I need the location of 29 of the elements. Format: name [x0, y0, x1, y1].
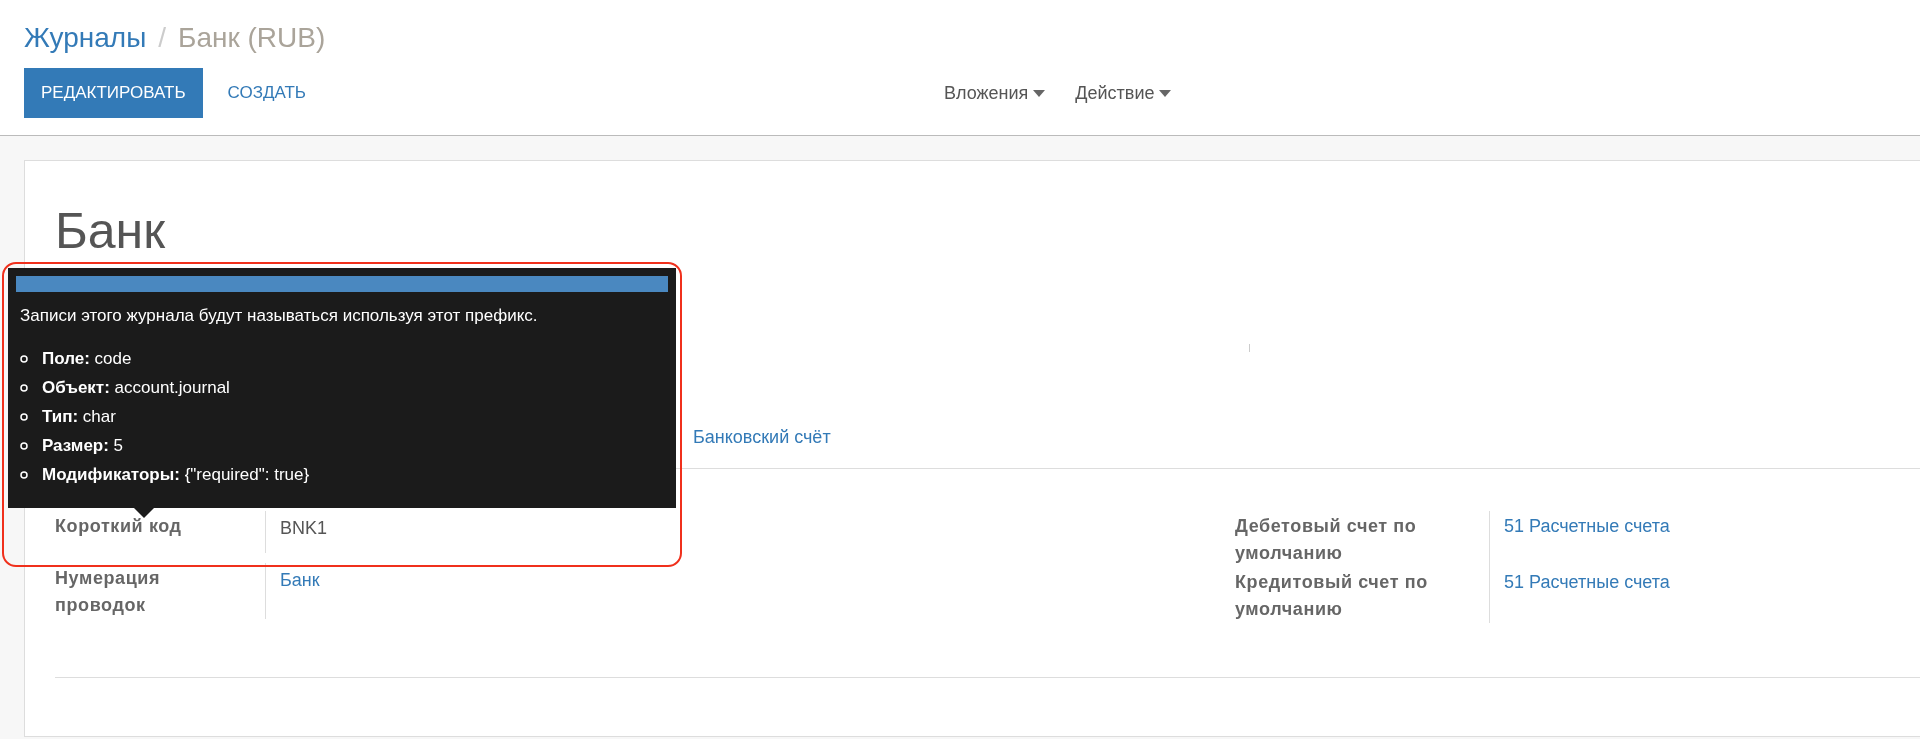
tooltip-text: Записи этого журнала будут называться используя этот префикс.: [20, 306, 539, 326]
breadcrumb-link[interactable]: Журналы: [24, 22, 147, 54]
breadcrumb-separator: /: [158, 22, 167, 54]
bullet-icon: [20, 354, 28, 363]
bullet-icon: [20, 470, 28, 479]
tab[interactable]: Банковский счёт: [680, 406, 862, 469]
record-title: Банк: [55, 202, 167, 261]
breadcrumb-current: Банк (RUB): [178, 22, 326, 54]
field-link[interactable]: 51 Расчетные счета: [1504, 516, 1670, 536]
tooltip-item: Размер: 5: [42, 435, 124, 456]
caret-icon: [1159, 89, 1172, 97]
bullet-icon: [20, 441, 28, 450]
dropdown-button[interactable]: Действие: [1075, 82, 1172, 104]
dropdown-button[interactable]: Вложения: [944, 82, 1046, 104]
field-label: Кредитовый счет по умолчанию: [1235, 567, 1490, 623]
field-value: BNK1: [280, 518, 328, 538]
field-link[interactable]: 51 Расчетные счета: [1504, 572, 1670, 592]
tooltip-item: Поле: code: [42, 348, 132, 369]
field-link[interactable]: Банк: [280, 570, 320, 590]
caret-icon: [1033, 89, 1046, 97]
tooltip-item: Тип: char: [42, 406, 116, 427]
tooltip-item: Объект: account.journal: [42, 377, 230, 398]
edit-button[interactable]: РЕДАКТИРОВАТЬ: [24, 68, 203, 118]
tooltip-item: Модификаторы: {"required": true}: [42, 464, 310, 485]
field-label: Дебетовый счет по умолчанию: [1235, 511, 1490, 567]
bullet-icon: [20, 383, 28, 392]
field-label: Нумерация проводок: [55, 563, 266, 619]
create-button[interactable]: СОЗДАТЬ: [210, 68, 324, 118]
bullet-icon: [20, 412, 28, 421]
